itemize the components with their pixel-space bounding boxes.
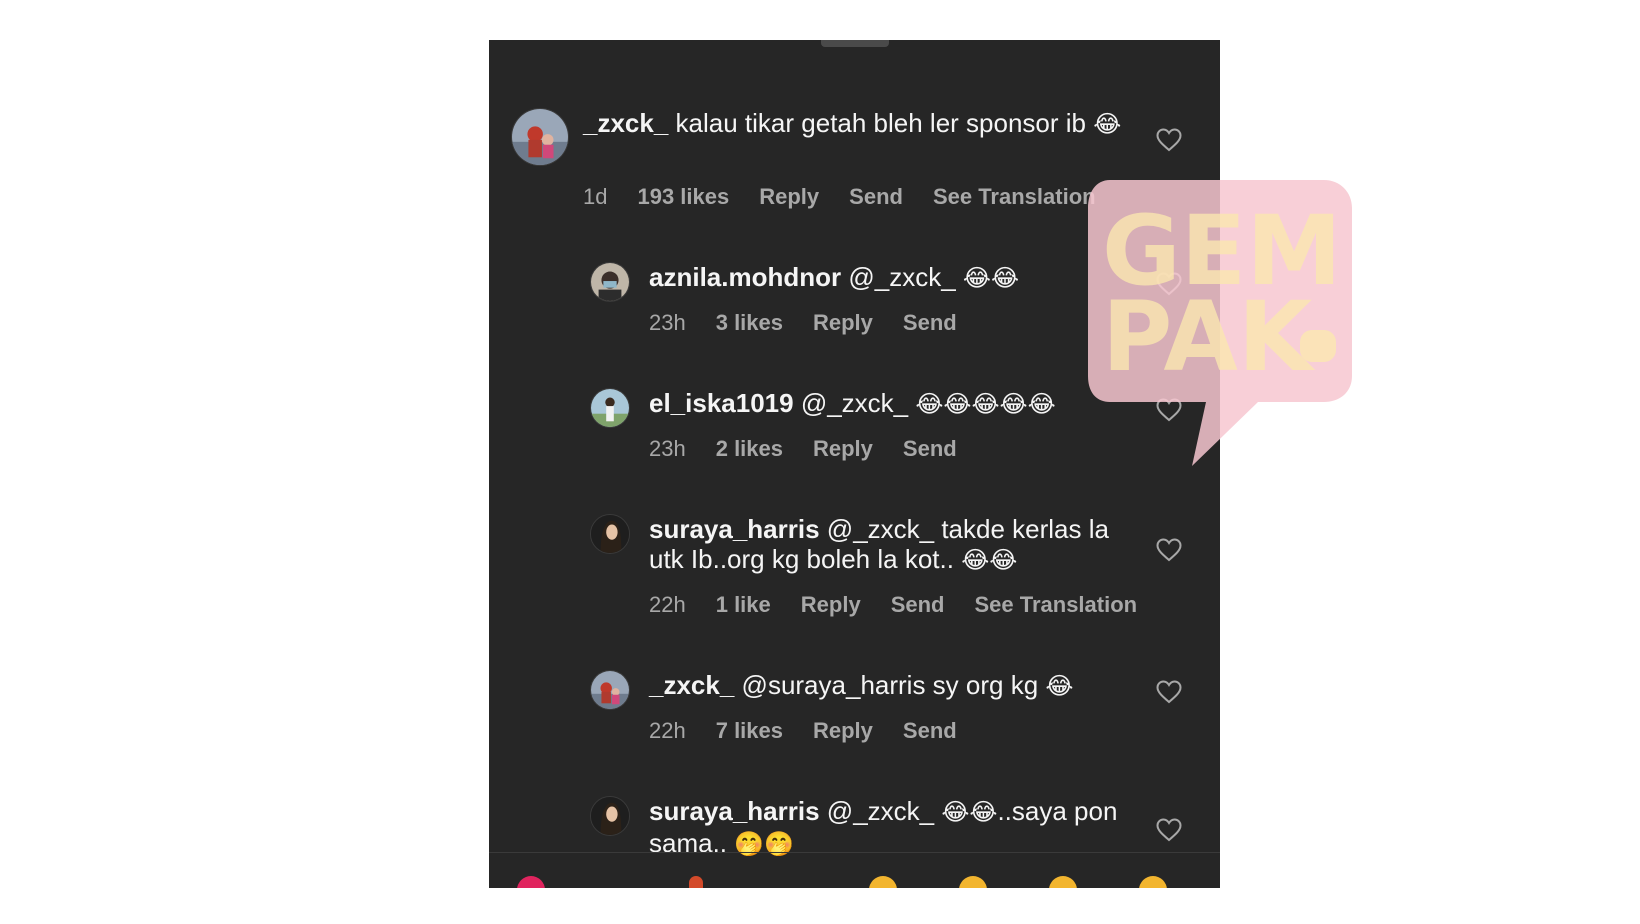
face-emoji-icon[interactable] [869, 876, 897, 888]
comment-body: _zxck_ kalau tikar getah bleh ler sponso… [583, 108, 1128, 140]
face-emoji-icon[interactable] [1049, 876, 1077, 888]
likes-count[interactable]: 3 likes [716, 310, 783, 336]
comment-emoji-secondary: 🤭🤭 [734, 831, 795, 858]
likes-count[interactable]: 193 likes [637, 184, 729, 210]
comment-meta: 22h 1 like Reply Send See Translation [649, 592, 1137, 618]
comment-text: @_zxck_ [848, 262, 956, 292]
comment-body: el_iska1019 @_zxck_ 😂😂😂😂😂 [649, 388, 1128, 420]
comment-username[interactable]: suraya_harris [649, 796, 820, 826]
comment-emoji: 😂😂😂😂😂 [915, 391, 1056, 418]
comment-time: 23h [649, 436, 686, 461]
comment-meta: 23h 2 likes Reply Send [649, 436, 957, 462]
send-button[interactable]: Send [903, 310, 957, 336]
divider [489, 852, 1220, 853]
comment-time: 23h [649, 310, 686, 335]
comment-emoji: 😂 [1045, 673, 1074, 700]
heart-outline-icon[interactable] [1156, 818, 1182, 842]
fire-emoji-icon[interactable] [689, 876, 703, 888]
heart-emoji-icon[interactable] [517, 876, 545, 888]
likes-count[interactable]: 7 likes [716, 718, 783, 744]
reply-button[interactable]: Reply [801, 592, 861, 618]
likes-count[interactable]: 1 like [716, 592, 771, 618]
emoji-quick-bar[interactable] [489, 876, 1220, 888]
comment-username[interactable]: _zxck_ [649, 670, 734, 700]
reply-button[interactable]: Reply [759, 184, 819, 210]
heart-outline-icon[interactable] [1156, 398, 1182, 422]
comment-body: aznila.mohdnor @_zxck_ 😂😂 [649, 262, 1128, 294]
heart-outline-icon[interactable] [1156, 538, 1182, 562]
comment-username[interactable]: aznila.mohdnor [649, 262, 841, 292]
send-button[interactable]: Send [891, 592, 945, 618]
face-emoji-icon[interactable] [959, 876, 987, 888]
comment-body: suraya_harris @_zxck_ takde kerlas la ut… [649, 514, 1128, 576]
comment-emoji: 😂😂 [961, 547, 1018, 574]
comment-emoji: 😂 [1093, 111, 1122, 138]
heart-outline-icon[interactable] [1156, 272, 1182, 296]
reply-button[interactable]: Reply [813, 310, 873, 336]
likes-count[interactable]: 2 likes [716, 436, 783, 462]
comment-username[interactable]: el_iska1019 [649, 388, 794, 418]
reply-button[interactable]: Reply [813, 718, 873, 744]
comment-text: @suraya_harris sy org kg [741, 670, 1039, 700]
face-emoji-icon[interactable] [1139, 876, 1167, 888]
comment-emoji: 😂😂 [962, 265, 1020, 292]
comments-panel: _zxck_ kalau tikar getah bleh ler sponso… [489, 40, 1220, 888]
heart-outline-icon[interactable] [1156, 128, 1182, 152]
reply-button[interactable]: Reply [813, 436, 873, 462]
send-button[interactable]: Send [903, 436, 957, 462]
see-translation-button[interactable]: See Translation [933, 184, 1096, 210]
send-button[interactable]: Send [849, 184, 903, 210]
avatar[interactable] [590, 796, 630, 836]
comment-emoji: 😂😂 [941, 799, 998, 826]
comment-meta: 22h 7 likes Reply Send [649, 718, 957, 744]
avatar[interactable] [511, 108, 569, 166]
comment-time: 22h [649, 592, 686, 617]
smile-logo-icon [1300, 330, 1336, 362]
comment-text: @_zxck_ [800, 388, 909, 418]
heart-outline-icon[interactable] [1156, 680, 1182, 704]
comment-username[interactable]: suraya_harris [649, 514, 820, 544]
drag-handle[interactable] [821, 40, 889, 47]
comment-meta: 23h 3 likes Reply Send [649, 310, 957, 336]
avatar[interactable] [590, 388, 630, 428]
comment-time: 22h [649, 718, 686, 743]
comment-time: 1d [583, 184, 608, 209]
comment-body: _zxck_ @suraya_harris sy org kg 😂 [649, 670, 1128, 702]
comment-username[interactable]: _zxck_ [583, 108, 668, 138]
comment-text: kalau tikar getah bleh ler sponsor ib [675, 108, 1087, 138]
avatar[interactable] [590, 262, 630, 302]
comment-text: @_zxck_ [826, 796, 935, 826]
comment-meta: 1d 193 likes Reply Send See Translation [583, 184, 1096, 210]
see-translation-button[interactable]: See Translation [974, 592, 1137, 618]
comment-body: suraya_harris @_zxck_ 😂😂..saya pon sama.… [649, 796, 1128, 860]
send-button[interactable]: Send [903, 718, 957, 744]
avatar[interactable] [590, 514, 630, 554]
avatar[interactable] [590, 670, 630, 710]
